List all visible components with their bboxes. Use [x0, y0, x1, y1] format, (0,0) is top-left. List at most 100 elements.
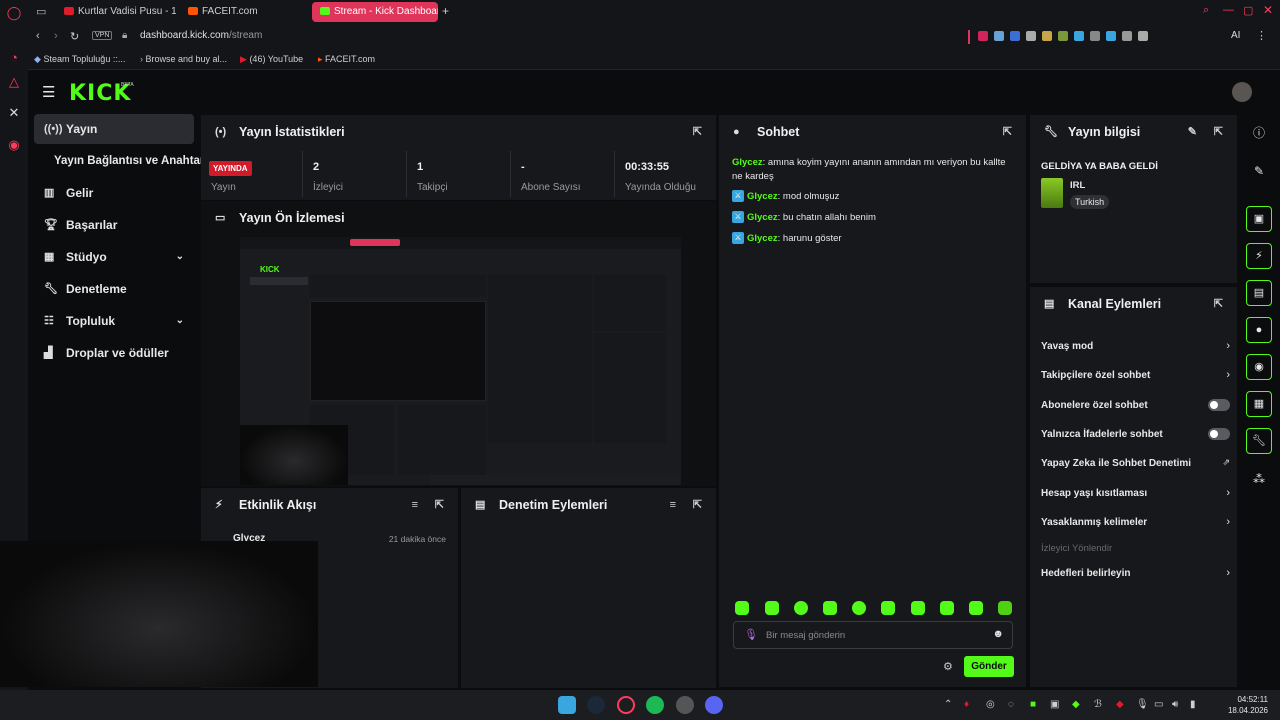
tray-app-icon[interactable]: ◆	[1116, 699, 1124, 710]
vpn-badge[interactable]: VPN	[92, 31, 113, 40]
tray-app-icon[interactable]: ▣	[1050, 699, 1059, 710]
emote-icon[interactable]	[765, 601, 779, 615]
edit-pencil-icon[interactable]: ✎	[1188, 115, 1197, 149]
popout-icon[interactable]: ⇱	[1003, 115, 1012, 149]
chevron-right-icon[interactable]: ›	[1200, 487, 1230, 499]
filter-icon[interactable]: ≡	[670, 488, 676, 522]
popout-icon[interactable]: ⇱	[435, 488, 444, 522]
bookmark-faceit[interactable]: ▸ FACEIT.com	[318, 54, 375, 65]
tab-faceit[interactable]: FACEIT.com	[180, 2, 306, 22]
nav-item-topluluk[interactable]: ☷ Topluluk ⌄	[34, 306, 194, 336]
send-button[interactable]: Gönder	[964, 656, 1014, 677]
extension-icon[interactable]	[978, 31, 988, 41]
extension-icon[interactable]	[1074, 31, 1084, 41]
popout-icon[interactable]: ⇱	[693, 115, 702, 149]
stream-info-toggle-icon[interactable]: 🔧︎	[1246, 428, 1272, 454]
hamburger-menu-icon[interactable]: ☰	[42, 83, 55, 101]
browser-menu-icon[interactable]: ⋮	[1256, 29, 1267, 42]
opera-taskbar-icon[interactable]	[617, 696, 635, 714]
workspaces-icon[interactable]: ▭	[36, 5, 46, 18]
bookmark-browse[interactable]: › Browse and buy al...	[140, 54, 227, 64]
extension-icon[interactable]	[1042, 31, 1052, 41]
emote-icon[interactable]	[881, 601, 895, 615]
chevron-right-icon[interactable]: ›	[1200, 340, 1230, 352]
network-icon[interactable]: ▭	[1154, 699, 1163, 710]
stats-toggle-icon[interactable]: ◉	[1246, 354, 1272, 380]
avatar[interactable]	[1232, 82, 1252, 102]
tray-app-icon[interactable]: ℬ	[1094, 699, 1102, 710]
tab-kurtlar-vadisi[interactable]: Kurtlar Vadisi Pusu - 157. B	[56, 2, 176, 22]
back-button[interactable]: ‹	[36, 30, 40, 42]
tray-app-icon[interactable]: ◎	[986, 699, 995, 710]
extension-icon[interactable]	[1106, 31, 1116, 41]
popout-icon[interactable]: ⇱	[1214, 287, 1223, 321]
popout-icon[interactable]: ⇱	[1214, 115, 1223, 149]
emote-icon[interactable]	[940, 601, 954, 615]
download-icon[interactable]	[1138, 31, 1148, 41]
nav-item-denetleme[interactable]: 🔧︎ Denetleme	[34, 274, 194, 304]
nav-item-gelir[interactable]: ▥ Gelir	[34, 178, 194, 208]
stream-preview-video[interactable]: KICK	[240, 237, 681, 485]
tab-kick-dashboard[interactable]: Stream - Kick Dashboard	[312, 2, 438, 22]
x-twitter-icon[interactable]: ✕	[6, 105, 22, 121]
volume-icon[interactable]: 🔊︎	[1172, 699, 1178, 710]
opera-logo-icon[interactable]: ◯	[6, 5, 22, 21]
battery-icon[interactable]: ▮	[1190, 699, 1196, 710]
edit-pencil-icon[interactable]: ✎	[1246, 164, 1272, 184]
forward-button[interactable]: ›	[54, 30, 58, 42]
aria-icon[interactable]: ◔	[6, 50, 22, 66]
info-icon[interactable]: ⓘ	[1246, 124, 1272, 144]
emote-icon[interactable]	[911, 601, 925, 615]
emote-icon[interactable]	[852, 601, 866, 615]
toggle-switch[interactable]	[1208, 399, 1230, 412]
microphone-tray-icon[interactable]: 🎙︎	[1136, 699, 1149, 710]
chat-toggle-icon[interactable]: ●	[1246, 317, 1272, 343]
external-link-icon[interactable]: ⇗	[1200, 457, 1230, 468]
close-window-button[interactable]: ✕	[1263, 3, 1273, 17]
extension-icon[interactable]	[1010, 31, 1020, 41]
chevron-right-icon[interactable]: ›	[1200, 516, 1230, 528]
extensions-puzzle-icon[interactable]	[1122, 31, 1132, 41]
minimize-button[interactable]: —	[1223, 4, 1234, 16]
extension-icon[interactable]	[1058, 31, 1068, 41]
subscribers-only-toggle[interactable]	[1200, 399, 1230, 412]
tray-app-icon[interactable]: ◆	[1072, 699, 1080, 710]
preview-toggle-icon[interactable]: ▣	[1246, 206, 1272, 232]
url-field[interactable]: dashboard.kick.com/stream	[140, 30, 262, 41]
opera-gx-icon[interactable]: ◉	[6, 137, 22, 153]
chat-input[interactable]: 🎙︎ Bir mesaj gönderin ☻	[733, 621, 1013, 649]
bookmark-steam[interactable]: ◆ Steam Topluluğu ::...	[34, 54, 125, 65]
emote-icon[interactable]	[735, 601, 749, 615]
search-icon[interactable]: ⌕	[1203, 4, 1209, 17]
nav-item-stream-key[interactable]: Yayın Bağlantısı ve Anahtarı	[34, 146, 208, 176]
chevron-right-icon[interactable]: ›	[1200, 567, 1230, 579]
share-icon[interactable]: ⁂	[1246, 472, 1272, 492]
tray-app-icon[interactable]: ■	[1030, 699, 1036, 710]
discord-icon[interactable]	[705, 696, 723, 714]
extension-icon[interactable]	[1026, 31, 1036, 41]
nav-item-yayin[interactable]: ((•)) Yayın	[34, 114, 194, 144]
emotes-only-toggle[interactable]	[1200, 428, 1230, 441]
activity-toggle-icon[interactable]: ⚡︎	[1246, 243, 1272, 269]
emote-icon[interactable]	[794, 601, 808, 615]
nav-item-studyo[interactable]: ▦ Stüdyo ⌄	[34, 242, 194, 272]
moderation-toggle-icon[interactable]: ▤	[1246, 280, 1272, 306]
crypto-icon[interactable]: △	[6, 74, 22, 90]
emote-icon[interactable]	[998, 601, 1012, 615]
microphone-icon[interactable]: 🎙︎	[744, 628, 758, 641]
maximize-button[interactable]: ▢	[1243, 4, 1253, 17]
toggle-switch[interactable]	[1208, 428, 1230, 441]
channel-actions-toggle-icon[interactable]: ▦	[1246, 391, 1272, 417]
popout-icon[interactable]: ⇱	[693, 488, 702, 522]
new-tab-button[interactable]: +	[442, 4, 449, 18]
tray-app-icon[interactable]: ◌	[1008, 699, 1014, 710]
chat-settings-gear-icon[interactable]: ⚙	[943, 660, 953, 673]
emoji-icon[interactable]: ☻	[992, 628, 1004, 640]
nav-item-basarilar[interactable]: 🏆︎ Başarılar	[34, 210, 194, 240]
bookmark-youtube[interactable]: ▶ (46) YouTube	[240, 54, 303, 65]
obs-icon[interactable]	[676, 696, 694, 714]
extension-icon[interactable]	[1090, 31, 1100, 41]
spotify-icon[interactable]	[646, 696, 664, 714]
reload-button[interactable]: ↻	[70, 30, 79, 43]
extension-icon[interactable]	[994, 31, 1004, 41]
